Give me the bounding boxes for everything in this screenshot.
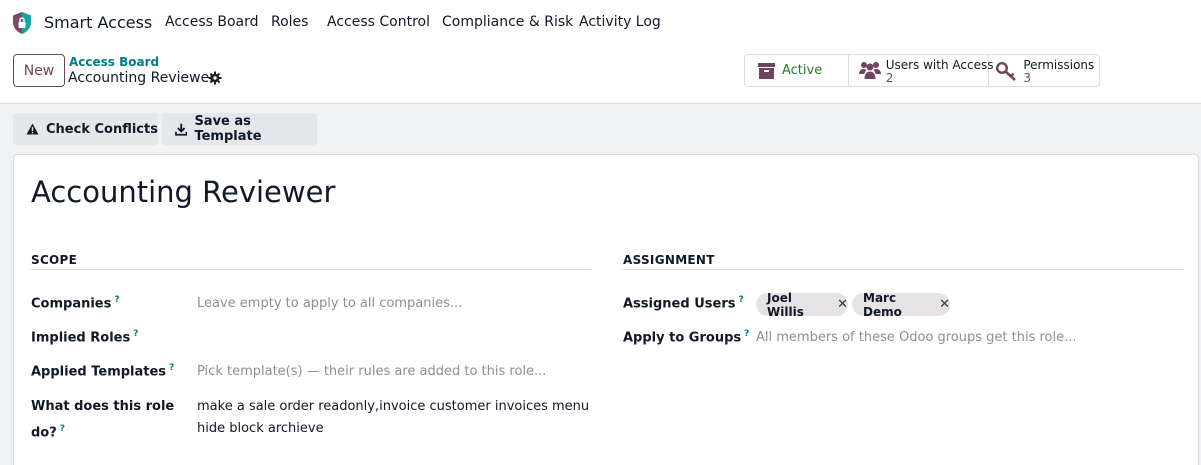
warning-icon (26, 123, 39, 135)
user-tag: Marc Demo ✕ (852, 291, 950, 319)
stat-active-label: Active (782, 63, 823, 78)
check-conflicts-label: Check Conflicts (46, 121, 158, 137)
assignment-section-title: ASSIGNMENT (623, 253, 715, 267)
companies-input[interactable]: Leave empty to apply to all companies... (197, 296, 462, 311)
top-navbar: Smart Access Access Board Roles Access C… (0, 0, 1201, 46)
menu-roles[interactable]: Roles (271, 14, 308, 30)
menu-access-control[interactable]: Access Control (327, 14, 430, 30)
stat-permissions-value: 3 (1023, 71, 1031, 85)
scope-section-title: SCOPE (31, 253, 78, 267)
download-icon (175, 123, 188, 136)
control-panel: New Access Board Accounting Reviewer Act… (0, 46, 1201, 104)
gear-icon[interactable] (208, 71, 222, 85)
help-icon[interactable]: ? (60, 424, 65, 434)
stat-active-button[interactable]: Active (745, 55, 849, 86)
applied-templates-label: Applied Templates? (31, 363, 175, 380)
stat-users-button[interactable]: Users with Access 2 (849, 55, 993, 86)
assigned-users-label: Assigned Users? (623, 295, 744, 312)
remove-tag-icon[interactable]: ✕ (837, 297, 848, 312)
scope-separator (31, 269, 591, 270)
stat-permissions-label: Permissions (1023, 58, 1095, 72)
archive-icon (758, 63, 775, 79)
description-label: What does this role do?? (31, 399, 175, 441)
help-icon[interactable]: ? (738, 295, 743, 305)
stat-buttons: Active Users with Access 2 Permissions 3 (744, 54, 1100, 87)
stat-permissions-button[interactable]: Permissions 3 (989, 55, 1099, 86)
companies-label: Companies? (31, 295, 120, 312)
breadcrumb-parent[interactable]: Access Board (69, 55, 159, 69)
menu-activity-log[interactable]: Activity Log (579, 14, 661, 30)
stat-users-value: 2 (885, 71, 894, 85)
menu-compliance-risk[interactable]: Compliance & Risk (442, 14, 573, 30)
menu-access-board[interactable]: Access Board (165, 14, 259, 30)
help-icon[interactable]: ? (169, 363, 174, 373)
save-as-template-label: Save as Template (194, 114, 262, 144)
assignment-separator (623, 269, 1183, 270)
help-icon[interactable]: ? (133, 329, 138, 339)
check-conflicts-button[interactable]: Check Conflicts (13, 113, 158, 145)
applied-templates-input[interactable]: Pick template(s) — their rules are added… (197, 364, 546, 379)
save-as-template-button[interactable]: Save as Template (162, 113, 317, 145)
breadcrumb-current: Accounting Reviewer (68, 70, 215, 86)
remove-tag-icon[interactable]: ✕ (939, 297, 950, 312)
new-button[interactable]: New (13, 54, 65, 87)
form-sheet: Accounting Reviewer SCOPE Companies? Lea… (13, 154, 1199, 465)
shield-lock-icon[interactable] (11, 11, 33, 35)
description-field[interactable]: make a sale order readonly,invoice custo… (197, 396, 589, 440)
key-icon (996, 62, 1017, 81)
apply-groups-label: Apply to Groups? (623, 329, 750, 346)
implied-roles-label: Implied Roles? (31, 329, 139, 346)
implied-roles-input[interactable] (197, 329, 577, 347)
users-icon (858, 62, 881, 79)
help-icon[interactable]: ? (114, 295, 119, 305)
user-tag: Joel Willis ✕ (756, 291, 848, 319)
apply-groups-input[interactable]: All members of these Odoo groups get thi… (756, 330, 1077, 345)
app-name[interactable]: Smart Access (44, 13, 152, 32)
stat-users-label: Users with Access (885, 58, 994, 72)
record-title[interactable]: Accounting Reviewer (31, 175, 335, 209)
help-icon[interactable]: ? (744, 329, 749, 339)
